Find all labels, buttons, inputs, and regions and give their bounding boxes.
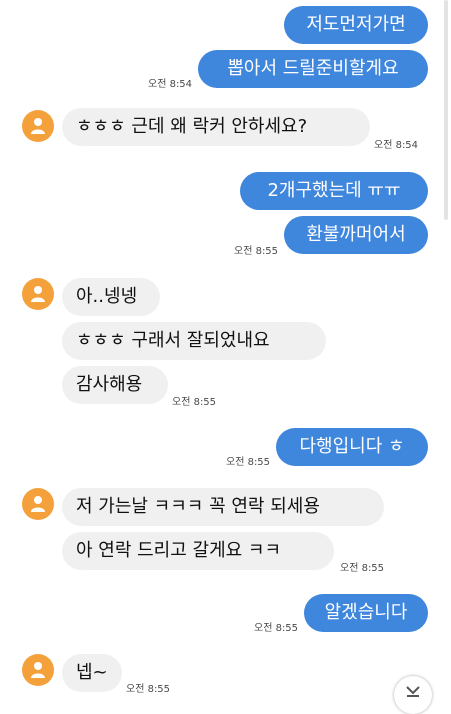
outgoing-message-bubble[interactable]: 환불까머어서 bbox=[284, 216, 428, 254]
incoming-message-bubble[interactable]: ㅎㅎㅎ 구래서 잘되었내요 bbox=[62, 322, 326, 360]
outgoing-message-bubble[interactable]: 다행입니다 ㅎ bbox=[276, 428, 428, 466]
contact-avatar[interactable] bbox=[22, 110, 54, 142]
contact-avatar[interactable] bbox=[22, 654, 54, 686]
message-timestamp: 오전 8:55 bbox=[234, 246, 279, 257]
incoming-message-bubble[interactable]: ㅎㅎㅎ 근데 왜 락커 안하세요? bbox=[62, 108, 370, 146]
message-timestamp: 오전 8:54 bbox=[374, 140, 419, 151]
message-timestamp: 오전 8:55 bbox=[340, 563, 385, 574]
outgoing-message-bubble[interactable]: 저도먼저가면 bbox=[284, 6, 428, 44]
person-icon bbox=[31, 286, 45, 302]
scroll-to-bottom-button[interactable] bbox=[394, 676, 432, 714]
incoming-message-bubble[interactable]: 아..넹넹 bbox=[62, 278, 160, 316]
person-icon bbox=[31, 662, 45, 678]
incoming-message-bubble[interactable]: 감사해용 bbox=[62, 366, 168, 404]
incoming-message-bubble[interactable]: 저 가는날 ㅋㅋㅋ 꼭 연락 되세용 bbox=[62, 488, 384, 526]
scrollbar[interactable] bbox=[444, 0, 448, 220]
incoming-message-bubble[interactable]: 아 연락 드리고 갈게요 ㅋㅋ bbox=[62, 532, 334, 570]
message-timestamp: 오전 8:54 bbox=[148, 79, 193, 90]
message-timestamp: 오전 8:55 bbox=[126, 684, 171, 695]
outgoing-message-bubble[interactable]: 2개구했는데 ㅠㅠ bbox=[240, 172, 428, 210]
contact-avatar[interactable] bbox=[22, 488, 54, 520]
message-timestamp: 오전 8:55 bbox=[172, 397, 217, 408]
message-timestamp: 오전 8:55 bbox=[254, 623, 299, 634]
incoming-message-bubble[interactable]: 넵~ bbox=[62, 654, 122, 692]
contact-avatar[interactable] bbox=[22, 278, 54, 310]
person-icon bbox=[31, 118, 45, 134]
outgoing-message-bubble[interactable]: 뽑아서 드릴준비할게요 bbox=[198, 50, 428, 88]
outgoing-message-bubble[interactable]: 알겠습니다 bbox=[304, 594, 428, 632]
chevron-down-icon bbox=[406, 686, 420, 697]
message-timestamp: 오전 8:55 bbox=[226, 457, 271, 468]
person-icon bbox=[31, 496, 45, 512]
chat-message-list[interactable]: 저도먼저가면 뽑아서 드릴준비할게요 오전 8:54 ㅎㅎㅎ 근데 왜 락커 안… bbox=[0, 0, 451, 714]
